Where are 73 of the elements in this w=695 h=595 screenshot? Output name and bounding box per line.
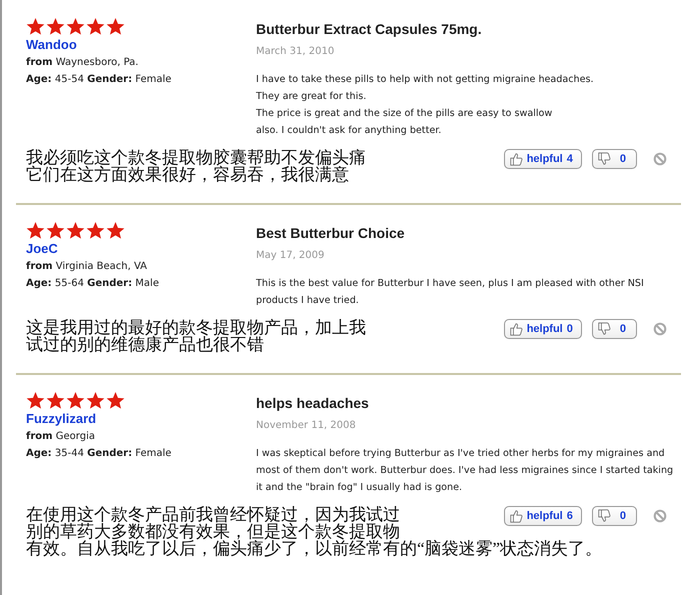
age-label: Age: (26, 448, 52, 459)
age-text: 35-44 (54, 448, 84, 459)
review-text-line: I was skeptical before trying Butterbur as I've tried other herbs for my migraines and (256, 447, 666, 461)
star-icon (86, 391, 105, 410)
translation-line: 别的草药大多数都没有效果，但是这个款冬提取物 (26, 523, 400, 540)
review-text-line: products I have tried. (256, 294, 360, 308)
translation-line: 我必须吃这个款冬提取物胶囊帮助不发偏头痛 (26, 149, 366, 166)
gender-label: Gender: (87, 74, 132, 85)
review-title: Best Butterbur Choice (256, 225, 406, 241)
star-icon (86, 17, 105, 36)
age-label: Age: (26, 278, 52, 289)
age-label: Age: (26, 74, 52, 85)
star-icon (66, 17, 85, 36)
translation-line: 试过的别的维德康产品也很不错 (26, 336, 264, 353)
star-icon (26, 17, 45, 36)
author-link[interactable]: JoeC (26, 241, 256, 256)
author-link[interactable]: Fuzzylizard (26, 411, 256, 426)
unhelpful-button[interactable]: 0 (592, 149, 637, 169)
translation-line: 有效。自从我吃了以后，偏头痛少了，以前经常有的“脑袋迷雾”状态消失了。 (26, 540, 602, 557)
helpful-button[interactable]: helpful 6 (504, 506, 582, 526)
author-link[interactable]: Wandoo (26, 37, 256, 52)
review-text-line: The price is great and the size of the pills are easy to swallow (256, 107, 554, 121)
thumbs-up-icon (508, 152, 523, 166)
star-icon (26, 391, 45, 410)
unhelpful-button[interactable]: 0 (592, 319, 637, 339)
star-icon (66, 391, 85, 410)
star-icon (26, 221, 45, 240)
helpful-button[interactable]: helpful 0 (504, 319, 582, 339)
translation-line: 在使用这个款冬产品前我曾经怀疑过，因为我试过 (26, 506, 400, 523)
age-text: 55-64 (54, 278, 84, 289)
from-label: from (26, 431, 53, 442)
block-icon[interactable] (653, 509, 667, 523)
block-icon[interactable] (653, 322, 667, 336)
gender-text: Female (135, 448, 172, 459)
from-label: from (26, 57, 53, 68)
star-icon (66, 221, 85, 240)
review-text-line: also. I couldn't ask for anything better. (256, 124, 442, 138)
gender-text: Male (135, 278, 159, 289)
gender-label: Gender: (87, 448, 132, 459)
unhelpful-button[interactable]: 0 (592, 506, 637, 526)
star-icon (106, 391, 125, 410)
gender-text: Female (135, 74, 172, 85)
thumbs-down-icon (596, 152, 611, 166)
from-label: from (26, 261, 53, 272)
location-text: Waynesboro, Pa. (56, 57, 138, 68)
star-icon (106, 17, 125, 36)
gender-label: Gender: (87, 278, 132, 289)
review-title: Butterbur Extract Capsules 75mg. (256, 21, 483, 37)
review-text-line: it and the "brain fog" I usually had is gone. (256, 481, 464, 495)
review-date: May 17, 2009 (256, 250, 326, 261)
review-text-line: This is the best value for Butterbur I have seen, plus I am pleased with other NSI (256, 277, 645, 291)
location-text: Virginia Beach, VA (56, 261, 148, 272)
review-text-line: They are great for this. (256, 90, 368, 104)
age-text: 45-54 (54, 74, 84, 85)
star-icon (46, 17, 65, 36)
thumbs-down-icon (596, 322, 611, 336)
review-date: March 31, 2010 (256, 46, 336, 57)
star-icon (86, 221, 105, 240)
review-text-line: I have to take these pills to help with not getting migraine headaches. (256, 73, 595, 87)
block-icon[interactable] (653, 152, 667, 166)
review-date: November 11, 2008 (256, 420, 357, 431)
helpful-button[interactable]: helpful 4 (504, 149, 582, 169)
review-text-line: most of them don't work. Butterbur does. I've had less migraines since I started taking (256, 464, 674, 478)
star-icon (46, 221, 65, 240)
thumbs-down-icon (596, 509, 611, 523)
star-icon (106, 221, 125, 240)
thumbs-up-icon (508, 509, 523, 523)
thumbs-up-icon (508, 322, 523, 336)
star-icon (46, 391, 65, 410)
location-text: Georgia (56, 431, 95, 442)
translation-line: 这是我用过的最好的款冬提取物产品，加上我 (26, 319, 366, 336)
translation-line: 它们在这方面效果很好，容易吞，我很满意 (26, 166, 349, 183)
review-title: helps headaches (256, 395, 370, 411)
